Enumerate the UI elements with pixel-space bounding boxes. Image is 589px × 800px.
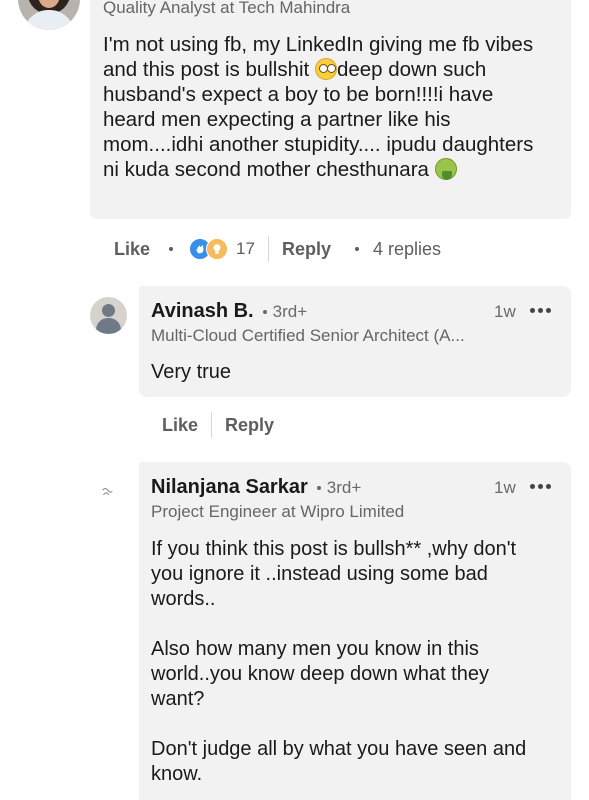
divider xyxy=(267,236,269,262)
face-with-rolling-eyes-icon xyxy=(314,58,337,80)
avatar[interactable] xyxy=(18,0,80,30)
reply-button[interactable]: Reply xyxy=(225,415,274,436)
comment-actions: Like Reply xyxy=(162,412,274,438)
comment-text: I'm not using fb, my LinkedIn giving me … xyxy=(103,33,534,181)
more-options-icon[interactable] xyxy=(530,484,551,489)
reply-button[interactable]: Reply xyxy=(282,239,331,260)
comment-text: If you think this post is bullsh** ,why … xyxy=(151,538,527,785)
divider xyxy=(211,412,213,438)
connection-degree: 3rd+ xyxy=(272,301,308,321)
author-name[interactable]: Nilanjana Sarkar xyxy=(151,476,308,499)
separator-dot xyxy=(354,247,359,251)
face-vomiting-icon xyxy=(434,158,457,180)
like-button[interactable]: Like xyxy=(162,415,198,436)
author-headline: Project Engineer at Wipro Limited xyxy=(151,502,405,521)
avatar-placeholder-icon[interactable] xyxy=(100,485,116,501)
reply-bubble: Nilanjana Sarkar 3rd+ 1w Project Enginee… xyxy=(139,462,571,800)
author-headline: Quality Analyst at Tech Mahindra xyxy=(103,0,351,17)
author-name[interactable]: Avinash B. xyxy=(151,300,254,323)
author-headline: Multi-Cloud Certified Senior Architect (… xyxy=(151,326,465,345)
timestamp: 1w xyxy=(494,478,516,497)
connection-degree: 3rd+ xyxy=(326,477,362,497)
comment-actions: Like 17 Reply 4 replies xyxy=(114,236,441,262)
reply-bubble: Avinash B. 3rd+ 1w Multi-Cloud Certified… xyxy=(139,286,571,397)
reaction-count: 17 xyxy=(236,239,255,258)
view-replies-link[interactable]: 4 replies xyxy=(373,239,441,260)
more-options-icon[interactable] xyxy=(530,308,551,313)
lightbulb-icon xyxy=(206,238,229,260)
reactions-summary[interactable]: 17 xyxy=(189,238,255,260)
comments-thread: Quality Analyst at Tech Mahindra I'm not… xyxy=(0,0,589,800)
comment-text: Very true xyxy=(151,361,232,383)
timestamp: 1w xyxy=(494,302,516,321)
like-button[interactable]: Like xyxy=(114,239,150,260)
separator-dot xyxy=(169,247,174,251)
avatar[interactable] xyxy=(90,297,127,334)
